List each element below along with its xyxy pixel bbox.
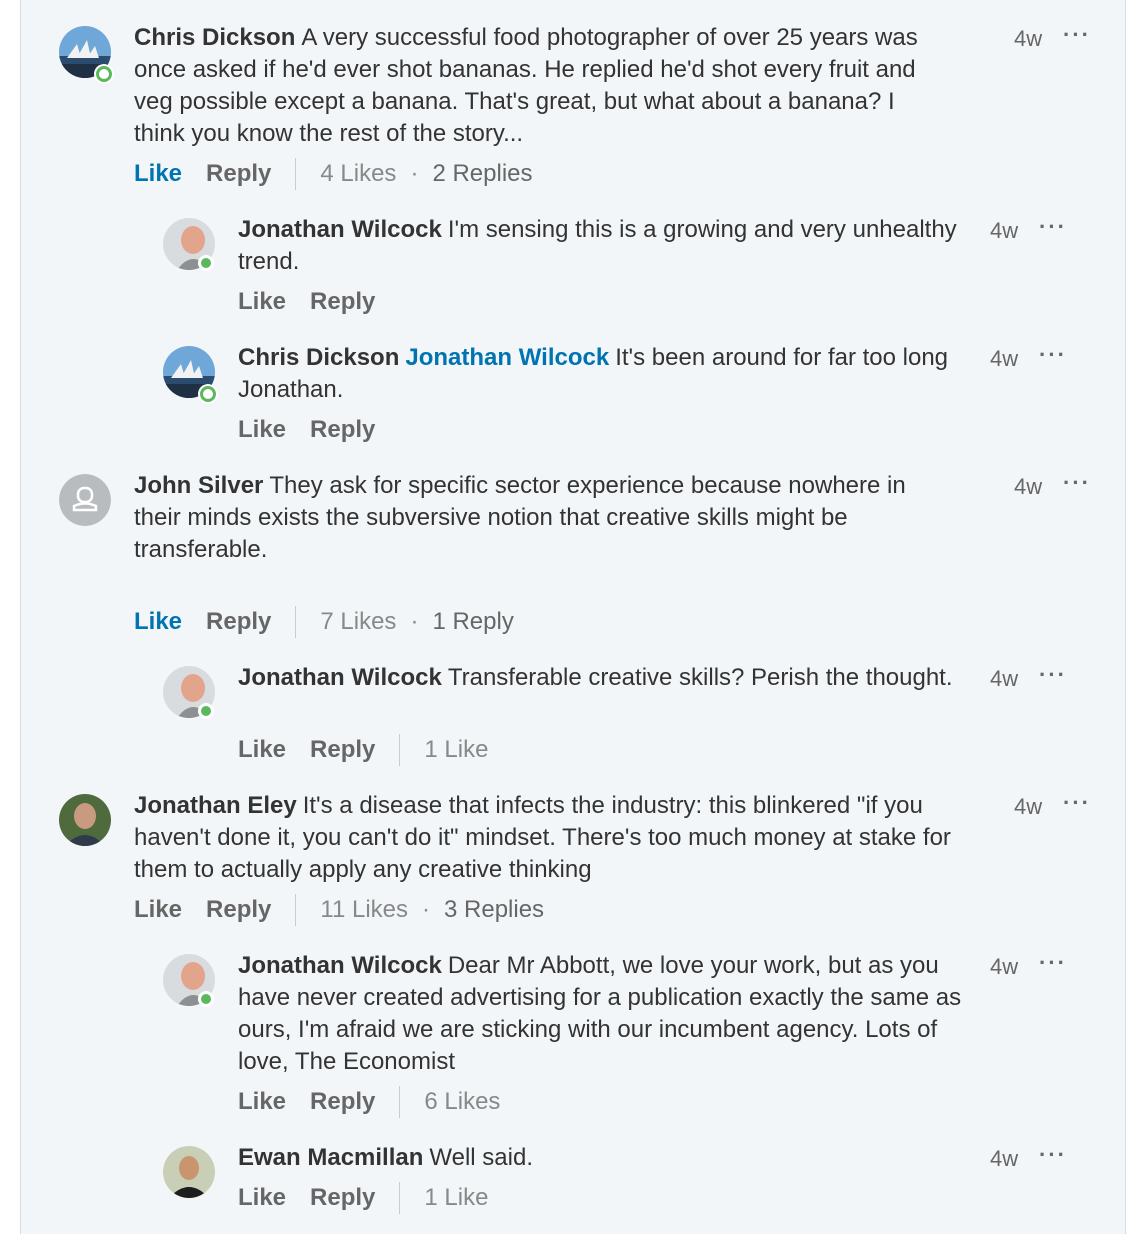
comment-body: John Silver They ask for specific sector … [134, 470, 934, 566]
like-button[interactable]: Like [238, 1182, 286, 1214]
reply-body: Chris Dickson Jonathan Wilcock It's been a… [238, 342, 968, 406]
reply-body: Jonathan Wilcock Transferable creative sk… [238, 662, 968, 694]
reply-timestamp: 4w [990, 346, 1019, 371]
divider [399, 1182, 401, 1214]
reply-button[interactable]: Reply [206, 894, 271, 926]
online-status-icon [96, 66, 112, 82]
reply-author[interactable]: Chris Dickson [238, 344, 399, 371]
divider [295, 894, 297, 926]
more-options-icon[interactable]: ··· [1039, 1142, 1067, 1168]
replies-count[interactable]: 3 Replies [444, 894, 544, 926]
like-button[interactable]: Like [238, 734, 286, 766]
like-button[interactable]: Like [134, 894, 182, 926]
comment-author[interactable]: Jonathan Eley [134, 792, 297, 819]
more-options-icon[interactable]: ··· [1039, 342, 1067, 368]
mention-link[interactable]: Jonathan Wilcock [405, 344, 609, 371]
reply-actions: Like Reply [238, 286, 399, 318]
reply-button[interactable]: Reply [206, 606, 271, 638]
comment-actions: Like Reply 4 Likes · 2 Replies [134, 158, 533, 190]
like-button[interactable]: Like [134, 606, 182, 638]
reply-timestamp: 4w [990, 666, 1019, 691]
separator-dot: · [410, 160, 419, 187]
more-options-icon[interactable]: ··· [1039, 662, 1067, 688]
more-options-icon[interactable]: ··· [1063, 790, 1091, 816]
likes-count[interactable]: 11 Likes [320, 894, 408, 926]
likes-count[interactable]: 6 Likes [424, 1086, 500, 1118]
comment-author[interactable]: Chris Dickson [134, 24, 295, 51]
more-options-icon[interactable]: ··· [1063, 22, 1091, 48]
more-options-icon[interactable]: ··· [1039, 214, 1067, 240]
reply-button[interactable]: Reply [310, 286, 375, 318]
avatar-placeholder-icon[interactable] [59, 474, 111, 526]
like-button[interactable]: Like [238, 1086, 286, 1118]
reply-timestamp: 4w [990, 954, 1019, 979]
reply-text: Well said. [429, 1144, 533, 1171]
comments-panel: Chris Dickson A very successful food phot… [20, 0, 1126, 1234]
separator-dot: · [422, 896, 430, 923]
comment-actions: Like Reply 11 Likes · 3 Replies [134, 894, 544, 926]
reply-button[interactable]: Reply [310, 734, 375, 766]
divider [399, 734, 401, 766]
reply-body: Jonathan Wilcock Dear Mr Abbott, we love … [238, 950, 968, 1078]
comment-author[interactable]: John Silver [134, 472, 263, 499]
reply-button[interactable]: Reply [310, 1086, 375, 1118]
reply-body: Ewan Macmillan Well said. [238, 1142, 968, 1174]
like-button[interactable]: Like [134, 158, 182, 190]
online-status-icon [198, 255, 214, 271]
reply-author[interactable]: Jonathan Wilcock [238, 952, 442, 979]
comment-body: Chris Dickson A very successful food phot… [134, 22, 934, 150]
avatar-jonathan-eley[interactable] [59, 794, 111, 846]
divider [399, 1086, 401, 1118]
likes-count[interactable]: 1 Like [424, 1182, 488, 1214]
comment-actions: Like Reply 7 Likes · 1 Reply [134, 606, 514, 638]
reply-timestamp: 4w [990, 1146, 1019, 1171]
divider [295, 606, 297, 638]
comment-timestamp: 4w [1014, 474, 1043, 499]
reply-actions: Like Reply 1 Like [238, 1182, 488, 1214]
reply-body: Jonathan Wilcock I'm sensing this is a gr… [238, 214, 968, 278]
reply-timestamp: 4w [990, 218, 1019, 243]
likes-count[interactable]: 1 Like [424, 734, 488, 766]
like-button[interactable]: Like [238, 414, 286, 446]
reply-text: Transferable creative skills? Perish the… [447, 664, 953, 691]
likes-count[interactable]: 7 Likes [320, 606, 396, 638]
separator-dot: · [410, 608, 419, 635]
replies-count[interactable]: 2 Replies [432, 158, 532, 190]
reply-button[interactable]: Reply [206, 158, 271, 190]
reply-author[interactable]: Jonathan Wilcock [238, 216, 442, 243]
reply-actions: Like Reply [238, 414, 399, 446]
reply-actions: Like Reply 1 Like [238, 734, 488, 766]
avatar-ewan-macmillan[interactable] [163, 1146, 215, 1198]
online-status-icon [200, 386, 216, 402]
replies-count[interactable]: 1 Reply [432, 606, 513, 638]
likes-count[interactable]: 4 Likes [320, 158, 396, 190]
online-status-icon [198, 991, 214, 1007]
more-options-icon[interactable]: ··· [1039, 950, 1067, 976]
comment-timestamp: 4w [1014, 794, 1043, 819]
more-options-icon[interactable]: ··· [1063, 470, 1091, 496]
divider [295, 158, 297, 190]
reply-author[interactable]: Ewan Macmillan [238, 1144, 423, 1171]
online-status-icon [198, 703, 214, 719]
reply-button[interactable]: Reply [310, 1182, 375, 1214]
reply-actions: Like Reply 6 Likes [238, 1086, 500, 1118]
reply-author[interactable]: Jonathan Wilcock [238, 664, 442, 691]
like-button[interactable]: Like [238, 286, 286, 318]
comment-body: Jonathan Eley It's a disease that infects… [134, 790, 954, 886]
reply-button[interactable]: Reply [310, 414, 375, 446]
comment-timestamp: 4w [1014, 26, 1043, 51]
